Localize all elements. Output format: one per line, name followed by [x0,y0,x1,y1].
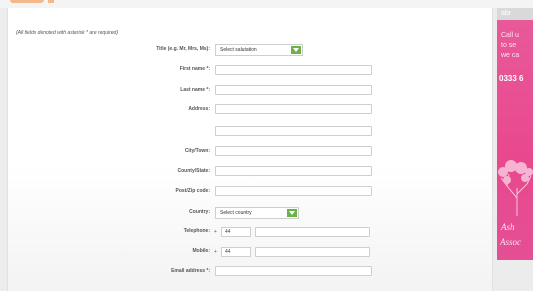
city-label: City/Town: [184,148,210,154]
first-name-field[interactable] [215,65,372,75]
telephone-plus-sign: + [214,229,217,235]
country-select[interactable]: Select country [215,207,299,219]
county-field[interactable] [215,166,372,176]
address-label: Address: [188,106,210,112]
title-select-value: Select salutation [220,47,257,53]
mobile-country-code[interactable]: 44 [221,247,251,257]
logo-fragment [10,0,44,3]
email-label: Email address *: [171,268,210,274]
ad-text-line-2: to se [501,42,517,49]
telephone-field[interactable] [255,227,370,237]
email-field[interactable] [215,266,372,276]
logo-fragment-dot [48,0,54,3]
address-field-line-1[interactable] [215,104,372,114]
telephone-country-code[interactable]: 44 [221,227,251,237]
ad-top-text: abr [501,10,512,17]
chevron-down-icon[interactable] [287,209,297,217]
last-name-field[interactable] [215,85,372,95]
title-select[interactable]: Select salutation [215,44,303,56]
chevron-down-icon[interactable] [291,46,301,54]
ad-text-line-1: Call u [501,32,519,39]
address-field-line-2[interactable] [215,126,372,136]
sidebar-advertisement[interactable]: abr Call u to se we ca 0333 6 Ash Assoc [497,8,533,260]
postcode-label: Post/Zip code: [175,188,210,194]
mobile-label: Mobile: [192,248,211,254]
ad-brand-line-1: Ash [501,222,515,232]
last-name-label: Last name *: [180,87,210,93]
telephone-label: Telephone: [183,228,210,234]
required-fields-note: (All fields denoted with asterisk * are … [16,30,118,36]
ad-text-line-3: we ca [501,52,520,59]
ad-brand-line-2: Assoc [500,237,521,247]
top-strip [0,0,533,8]
title-label: Title (e.g. Mr, Mrs, Ms): [156,46,210,52]
first-name-label: First name *: [179,66,210,72]
ad-phone-number[interactable]: 0333 6 [499,74,523,83]
tree-illustration-icon [498,160,533,216]
country-select-value: Select country [220,210,252,216]
country-label: Country: [189,209,210,215]
mobile-field[interactable] [255,247,370,257]
mobile-plus-sign: + [214,249,217,255]
county-label: County/State: [177,168,211,174]
postcode-field[interactable] [215,186,372,196]
city-field[interactable] [215,146,372,156]
